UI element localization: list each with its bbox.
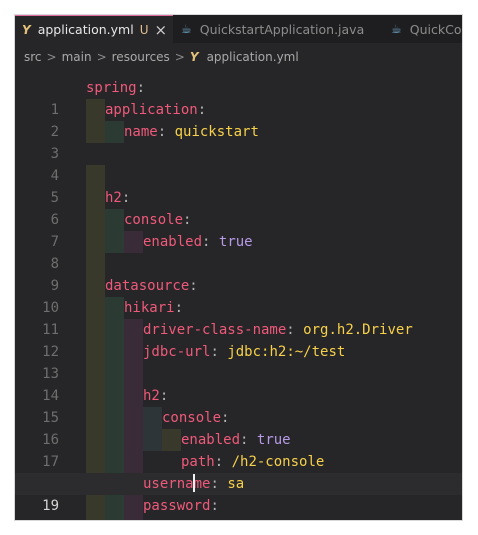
java-cup-icon: ☕ xyxy=(391,22,402,36)
yaml-colon: : xyxy=(210,344,219,360)
code-line: 17 enabled: true xyxy=(15,429,462,470)
chevron-right-icon: > xyxy=(96,50,107,64)
yaml-colon: : xyxy=(210,476,219,492)
yaml-boolean: true xyxy=(256,432,291,448)
yaml-key: datasource xyxy=(105,278,190,294)
yaml-colon: : xyxy=(221,410,230,426)
yaml-colon: : xyxy=(286,322,295,338)
code-editor[interactable]: 1 spring: 2 application: 3 name: quickst… xyxy=(15,77,462,520)
code-line: 13 jdbc-url: jdbc:h2:~/test xyxy=(15,341,462,382)
code-line: 14 xyxy=(15,363,462,404)
code-line: 11 hikari: xyxy=(15,297,462,338)
code-line-current: 19 username: sa xyxy=(15,473,462,514)
chevron-right-icon: > xyxy=(174,50,185,64)
yaml-key: spring xyxy=(86,80,137,96)
yaml-colon: : xyxy=(197,102,207,118)
chevron-right-icon: > xyxy=(46,50,57,64)
editor-window: Y application.yml U × ☕ QuickstartApplic… xyxy=(15,15,462,520)
code-line: 12 driver-class-name: org.h2.Driver xyxy=(15,319,462,360)
yaml-icon: Y xyxy=(22,22,31,37)
code-line: 3 name: quickstart xyxy=(15,121,462,162)
yaml-value: quickstart xyxy=(174,124,259,140)
yaml-key: console xyxy=(124,212,184,228)
tab-bar: Y application.yml U × ☕ QuickstartApplic… xyxy=(15,15,462,43)
yaml-key: jdbc-url xyxy=(143,344,211,360)
code-line: 15 h2: xyxy=(15,385,462,426)
yaml-value: /h2-console xyxy=(231,454,325,470)
yaml-key: application xyxy=(105,102,198,118)
yaml-key: userna xyxy=(143,476,194,492)
yaml-key: name xyxy=(124,124,158,140)
code-line: 1 spring: xyxy=(15,77,462,118)
code-line: 20 password: xyxy=(15,495,462,517)
breadcrumb-item-resources[interactable]: resources xyxy=(112,50,170,64)
code-line: 10 datasource: xyxy=(15,275,462,316)
breadcrumb-item-file[interactable]: application.yml xyxy=(207,50,299,64)
tab-label: QuickCo xyxy=(409,21,462,37)
yaml-value: org.h2.Driver xyxy=(303,322,413,338)
code-line: 8 enabled: true xyxy=(15,231,462,272)
tab-quickstart-application-java[interactable]: ☕ QuickstartApplication.java xyxy=(181,15,364,43)
breadcrumb-item-main[interactable]: main xyxy=(62,50,92,64)
yaml-key: driver-class-name xyxy=(143,322,287,338)
yaml-colon: : xyxy=(157,124,167,140)
code-line: 16 console: xyxy=(15,407,462,448)
code-line: 9 xyxy=(15,253,462,294)
yaml-key: path xyxy=(181,454,215,470)
code-line: 18 path: /h2-console xyxy=(15,451,462,492)
yaml-colon: : xyxy=(121,190,131,206)
tab-label: application.yml xyxy=(37,22,134,37)
code-line: 5 xyxy=(15,165,462,206)
yaml-colon: : xyxy=(183,212,192,228)
code-line: 4 xyxy=(15,143,462,184)
yaml-key: me xyxy=(193,476,211,492)
yaml-key: console xyxy=(162,410,222,426)
yaml-key: hikari xyxy=(124,300,175,316)
code-line: 21 xyxy=(15,517,462,520)
yaml-colon: : xyxy=(174,300,184,316)
yaml-colon: : xyxy=(202,234,211,250)
code-line: 2 application: xyxy=(15,99,462,140)
java-cup-icon: ☕ xyxy=(181,22,192,36)
yaml-colon: : xyxy=(210,498,219,514)
yaml-colon: : xyxy=(240,432,249,448)
yaml-boolean: true xyxy=(218,234,253,250)
yaml-value: sa xyxy=(227,476,245,492)
text-cursor xyxy=(192,474,195,492)
yaml-colon: : xyxy=(159,388,169,404)
yaml-icon: Y xyxy=(189,50,199,64)
yaml-key: enabled xyxy=(143,234,203,250)
breadcrumb: src > main > resources > Y application.y… xyxy=(15,43,462,71)
yaml-colon: : xyxy=(136,80,146,96)
yaml-key: enabled xyxy=(181,432,241,448)
yaml-key: h2 xyxy=(143,388,160,404)
yaml-key: password xyxy=(143,498,211,514)
yaml-colon: : xyxy=(214,454,224,470)
breadcrumb-item-src[interactable]: src xyxy=(24,50,42,64)
code-line: 7 console: xyxy=(15,209,462,250)
tab-quickco[interactable]: ☕ QuickCo xyxy=(391,15,462,43)
yaml-colon: : xyxy=(189,278,198,294)
close-icon[interactable]: × xyxy=(154,21,167,39)
tab-application-yml[interactable]: Y application.yml U × xyxy=(15,15,173,43)
tab-label: QuickstartApplication.java xyxy=(199,21,365,37)
untracked-badge: U xyxy=(139,22,149,37)
yaml-value: jdbc:h2:~/test xyxy=(227,344,346,360)
code-line: 6 h2: xyxy=(15,187,462,228)
yaml-key: h2 xyxy=(105,190,122,206)
